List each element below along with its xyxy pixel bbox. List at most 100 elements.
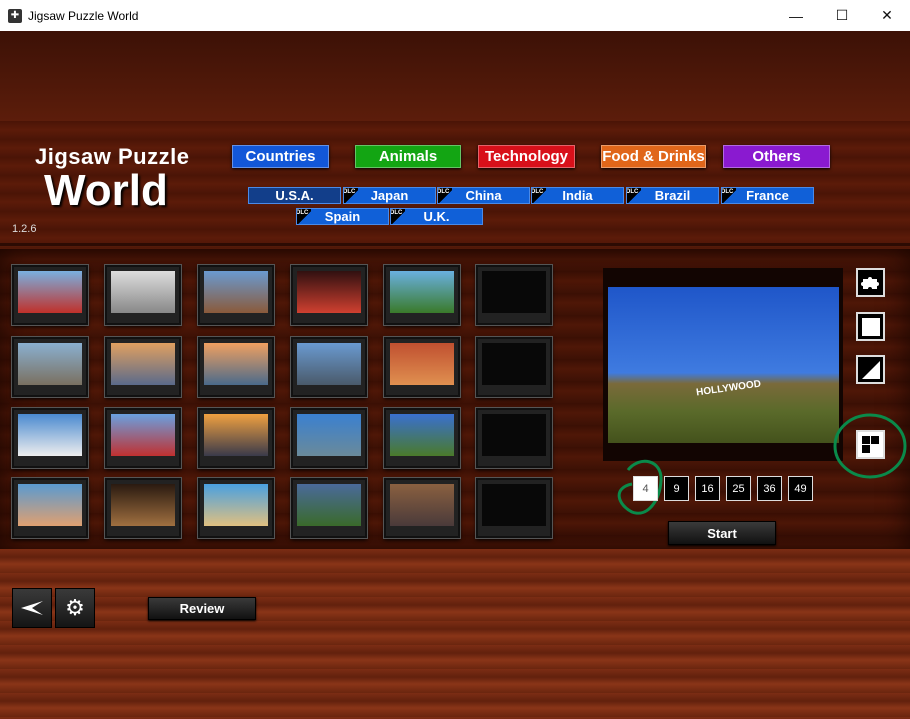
puzzle-thumbnail[interactable]: [12, 478, 88, 538]
thumbnail-image: [111, 484, 175, 526]
puzzle-thumbnail[interactable]: [384, 265, 460, 325]
piece-shape-jigsaw-button[interactable]: [856, 268, 885, 297]
thumbnail-image: [204, 414, 268, 456]
country-tab-label: India: [562, 188, 593, 203]
dlc-badge: DLC: [627, 188, 641, 203]
country-tab-india[interactable]: DLC India: [531, 187, 624, 204]
review-button[interactable]: Review: [148, 597, 256, 620]
category-button-technology[interactable]: Technology: [478, 145, 575, 168]
thumbnail-image: [390, 484, 454, 526]
puzzle-thumbnail[interactable]: [198, 408, 274, 468]
puzzle-thumbnail[interactable]: [291, 408, 367, 468]
category-button-food-drinks[interactable]: Food & Drinks: [601, 145, 706, 168]
puzzle-thumbnail[interactable]: [12, 408, 88, 468]
thumbnail-image: [204, 271, 268, 313]
maximize-button[interactable]: ☐: [819, 0, 865, 31]
puzzle-thumbnail[interactable]: [105, 265, 181, 325]
version-label: 1.2.6: [12, 223, 37, 235]
country-tab-label: Spain: [324, 209, 361, 224]
puzzle-thumbnail[interactable]: [105, 478, 181, 538]
puzzle-thumbnail[interactable]: [198, 337, 274, 397]
thumbnail-image: [111, 414, 175, 456]
country-tab-france[interactable]: DLC France: [721, 187, 814, 204]
piece-count-36[interactable]: 36: [757, 476, 782, 501]
thumbnail-image: [18, 484, 82, 526]
logo-world: World: [44, 166, 168, 215]
puzzle-thumbnail[interactable]: [384, 337, 460, 397]
app-puzzle-icon: ✚: [8, 8, 22, 23]
country-tab-label: China: [465, 188, 502, 203]
gear-icon: ⚙: [65, 595, 85, 620]
country-tab-label: U.S.A.: [275, 188, 314, 203]
blocks-icon: [861, 435, 879, 453]
puzzle-thumbnail[interactable]: [384, 408, 460, 468]
country-tab-brazil[interactable]: DLC Brazil: [626, 187, 719, 204]
country-tab-uk[interactable]: DLC U.K.: [390, 208, 483, 225]
thumbnail-image: [390, 343, 454, 385]
window-title: Jigsaw Puzzle World: [28, 8, 139, 23]
close-button[interactable]: ✕: [864, 0, 910, 31]
preview-image: HOLLYWOOD: [608, 287, 839, 443]
category-button-others[interactable]: Others: [723, 145, 830, 168]
dlc-badge: DLC: [391, 209, 405, 224]
piece-count-4[interactable]: 4: [633, 476, 658, 501]
empty-puzzle-slot: [476, 478, 552, 538]
thumbnail-image: [18, 414, 82, 456]
country-tab-china[interactable]: DLC China: [437, 187, 530, 204]
thumbnail-image: [18, 271, 82, 313]
empty-puzzle-slot: [476, 265, 552, 325]
piece-count-49[interactable]: 49: [788, 476, 813, 501]
puzzle-thumbnail[interactable]: [384, 478, 460, 538]
empty-puzzle-slot: [476, 408, 552, 468]
title-bar: ✚ Jigsaw Puzzle World — ☐ ✕: [0, 0, 910, 31]
puzzle-thumbnail[interactable]: [291, 265, 367, 325]
thumbnail-image: [297, 343, 361, 385]
thumbnail-image: [18, 343, 82, 385]
puzzle-thumbnail[interactable]: [105, 337, 181, 397]
piece-shape-triangle-button[interactable]: [856, 355, 885, 384]
piece-shape-square-button[interactable]: [856, 312, 885, 341]
piece-count-16[interactable]: 16: [695, 476, 720, 501]
puzzle-thumbnail[interactable]: [12, 265, 88, 325]
thumbnail-image: [204, 343, 268, 385]
thumbnail-image: [482, 484, 546, 526]
puzzle-thumbnail[interactable]: [198, 478, 274, 538]
piece-shape-blocks-button[interactable]: [856, 430, 885, 459]
dlc-badge: DLC: [722, 188, 736, 203]
thumbnail-image: [482, 343, 546, 385]
country-tab-label: Brazil: [654, 188, 691, 203]
back-button[interactable]: [12, 588, 52, 628]
thumbnail-image: [297, 414, 361, 456]
thumbnail-image: [390, 414, 454, 456]
triangle-icon: [861, 360, 880, 379]
country-tab-usa[interactable]: U.S.A.: [248, 187, 341, 204]
preview-frame: HOLLYWOOD: [603, 268, 843, 461]
thumbnail-image: [111, 343, 175, 385]
country-tab-label: U.K.: [423, 209, 450, 224]
minimize-button[interactable]: —: [773, 0, 819, 31]
dlc-badge: DLC: [438, 188, 452, 203]
start-button[interactable]: Start: [668, 521, 776, 545]
piece-count-25[interactable]: 25: [726, 476, 751, 501]
wood-band: [0, 549, 910, 719]
preview-sign: HOLLYWOOD: [695, 378, 762, 399]
wood-band: [0, 31, 910, 121]
dlc-badge: DLC: [297, 209, 311, 224]
category-button-countries[interactable]: Countries: [232, 145, 329, 168]
piece-count-9[interactable]: 9: [664, 476, 689, 501]
category-button-animals[interactable]: Animals: [355, 145, 461, 168]
dlc-badge: DLC: [532, 188, 546, 203]
thumbnail-image: [482, 414, 546, 456]
square-icon: [861, 317, 880, 336]
dlc-badge: DLC: [344, 188, 358, 203]
settings-button[interactable]: ⚙: [55, 588, 95, 628]
puzzle-thumbnail[interactable]: [291, 478, 367, 538]
country-tab-spain[interactable]: DLC Spain: [296, 208, 389, 225]
puzzle-thumbnail[interactable]: [291, 337, 367, 397]
country-tab-label: Japan: [370, 188, 409, 203]
country-tab-japan[interactable]: DLC Japan: [343, 187, 436, 204]
puzzle-thumbnail[interactable]: [198, 265, 274, 325]
thumbnail-image: [204, 484, 268, 526]
puzzle-thumbnail[interactable]: [12, 337, 88, 397]
puzzle-thumbnail[interactable]: [105, 408, 181, 468]
